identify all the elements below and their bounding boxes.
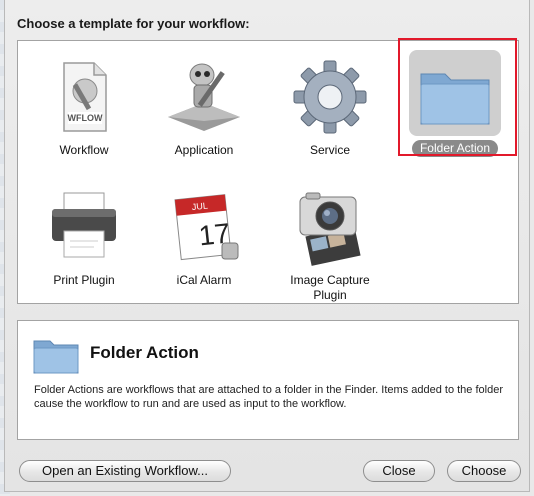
template-label: Application bbox=[174, 143, 234, 157]
printer-icon bbox=[52, 192, 116, 258]
calendar-icon: JUL 17 bbox=[174, 194, 239, 261]
gear-icon bbox=[293, 60, 367, 134]
choose-button[interactable]: Choose bbox=[447, 460, 521, 482]
dialog-prompt: Choose a template for your workflow: bbox=[17, 16, 250, 31]
template-ical-alarm[interactable]: JUL 17 iCal Alarm bbox=[154, 187, 254, 288]
template-service[interactable]: Service bbox=[280, 57, 380, 158]
template-chooser-sheet: Choose a template for your workflow: WFL… bbox=[4, 0, 530, 492]
selected-icon-background bbox=[409, 50, 501, 136]
template-label: Workflow bbox=[59, 143, 109, 157]
description-text: Folder Actions are workflows that are at… bbox=[34, 384, 503, 410]
template-folder-action[interactable]: Folder Action bbox=[400, 50, 510, 157]
folder-icon bbox=[420, 73, 490, 125]
description-title: Folder Action bbox=[90, 343, 199, 362]
template-label: Image Capture Plugin bbox=[290, 273, 370, 302]
workflow-badge-text: WFLOW bbox=[68, 113, 103, 123]
automator-robot-icon bbox=[168, 63, 240, 131]
workflow-document-icon: WFLOW bbox=[63, 62, 107, 132]
template-label: iCal Alarm bbox=[176, 273, 232, 287]
close-button[interactable]: Close bbox=[363, 460, 435, 482]
folder-icon bbox=[33, 340, 79, 374]
template-description-panel: Folder Action Folder Actions are workflo… bbox=[17, 320, 519, 440]
template-label: Folder Action bbox=[411, 140, 499, 157]
template-print-plugin[interactable]: Print Plugin bbox=[34, 187, 134, 288]
template-application[interactable]: Application bbox=[154, 57, 254, 158]
template-label: Print Plugin bbox=[53, 273, 115, 287]
template-label: Service bbox=[309, 143, 350, 157]
calendar-month-text: JUL bbox=[191, 201, 208, 213]
template-image-capture-plugin[interactable]: Image Capture Plugin bbox=[280, 187, 380, 303]
camera-icon bbox=[299, 192, 361, 266]
template-grid: WFLOW Workflow Application Service Folde… bbox=[17, 40, 519, 304]
open-existing-workflow-button[interactable]: Open an Existing Workflow... bbox=[19, 460, 231, 482]
template-workflow[interactable]: WFLOW Workflow bbox=[34, 57, 134, 158]
